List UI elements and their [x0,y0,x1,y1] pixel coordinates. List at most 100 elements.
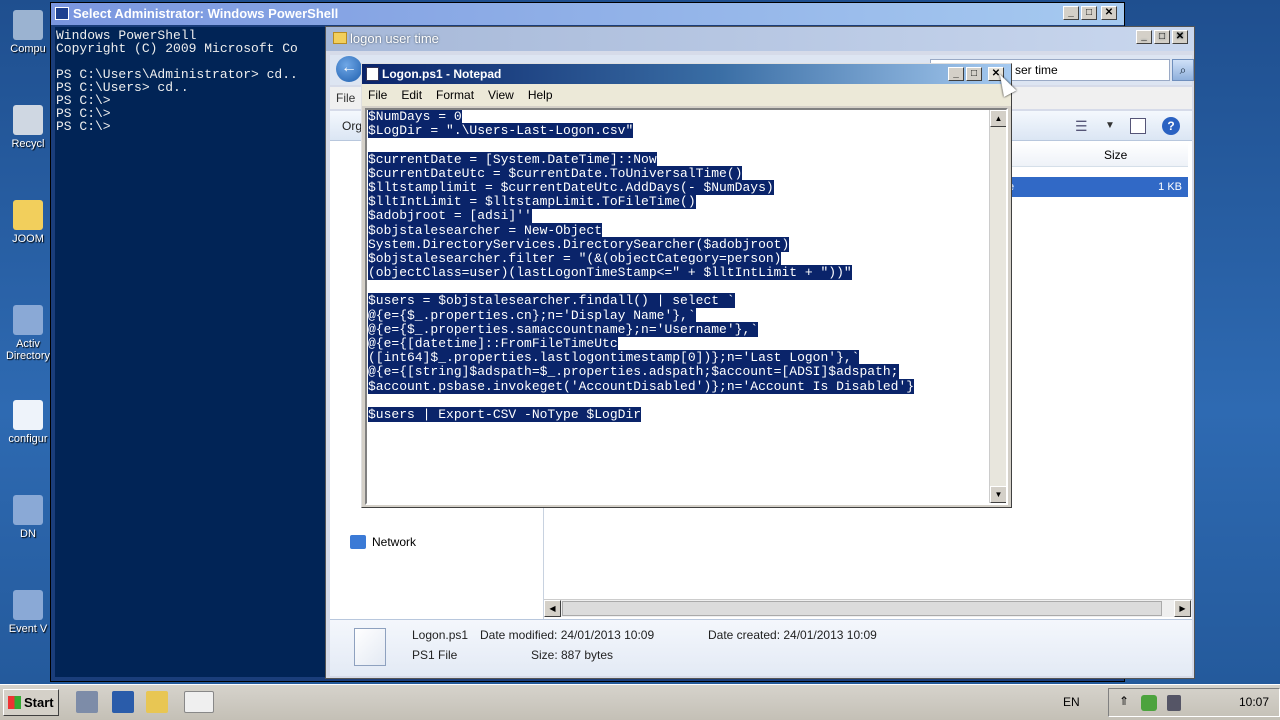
document-icon [13,400,43,430]
selected-text: @{e={$_.properties.cn};n='Display Name'}… [368,307,696,323]
back-arrow-icon[interactable]: ← [336,56,362,82]
code-line: System.DirectoryServices.DirectorySearch… [368,236,989,252]
selected-text: (objectClass=user)(lastLogonTimeStamp<="… [368,265,852,281]
code-line: $objstalesearcher.filter = "(&(objectCat… [368,250,989,266]
text-editor[interactable]: $NumDays = 0 $LogDir = ".\Users-Last-Logo… [365,108,1008,505]
selected-text: @{e={$_.properties.samaccountname};n='Us… [368,321,759,337]
start-button[interactable]: Start [3,689,59,716]
shortcut-icon [13,495,43,525]
selected-text: $lltstamplimit = $currentDateUtc.AddDays… [368,179,774,195]
close-icon[interactable]: ✕ [1172,30,1188,44]
minimize-icon[interactable]: _ [948,67,964,81]
minimize-icon[interactable]: _ [1136,30,1152,44]
chevron-down-icon[interactable]: ▼ [1105,111,1115,141]
desktop-icon-label: configur [8,433,48,445]
scroll-right-icon[interactable]: ▶ [1174,600,1191,617]
notepad-menu-item[interactable]: File [368,88,387,102]
desktop-icon[interactable]: Event V [0,590,56,635]
notepad-menu-item[interactable]: Edit [401,88,422,102]
notepad-menu-item[interactable]: Format [436,88,474,102]
code-line: $users | Export-CSV -NoType $LogDir [368,406,989,422]
network-icon [350,535,366,549]
notification-icon[interactable] [1141,695,1157,711]
scroll-down-icon[interactable]: ▼ [990,486,1006,503]
scroll-up-icon[interactable]: ▲ [990,110,1006,127]
language-indicator[interactable]: EN [1063,695,1080,709]
server-manager-icon[interactable] [76,691,98,713]
maximize-icon[interactable]: □ [966,67,982,81]
scroll-thumb[interactable] [562,601,1162,616]
code-line: $adobjroot = [adsi]'' [368,208,989,224]
code-line: @{e={$_.properties.samaccountname};n='Us… [368,321,989,337]
desktop-icon[interactable]: configur [0,400,56,445]
file-size-cell: 1 KB [1158,181,1182,193]
selected-text: $NumDays = 0 [368,109,462,124]
vertical-scrollbar[interactable]: ▲ ▼ [989,110,1006,503]
selected-text: @{e={[datetime]::FromFileTimeUtc [368,336,618,351]
selected-text: $LogDir = ".\Users-Last-Logon.csv" [368,123,634,139]
network-tray-icon[interactable] [1167,695,1181,711]
selected-text: $users | Export-CSV -NoType $LogDir [368,406,642,422]
detail-date-created: Date created: 24/01/2013 10:09 [708,628,877,642]
desktop-icon[interactable]: Recycl [0,105,56,150]
code-line: $account.psbase.invokeget('AccountDisabl… [368,378,989,394]
notepad-window[interactable]: Logon.ps1 - Notepad _ □ ✕ File Edit Format… [361,63,1012,508]
search-icon[interactable]: ⌕ [1172,59,1194,81]
desktop-icon[interactable]: JOOM [0,200,56,245]
table-row[interactable]: e 1 KB [1004,177,1188,197]
menu-file[interactable]: File [336,91,355,105]
view-options-icon[interactable]: ☰ [1075,111,1088,141]
close-icon[interactable]: ✕ [1101,6,1117,20]
code-line: $NumDays = 0 [368,110,989,124]
desktop-icon-label: Compu [10,43,46,55]
scroll-left-icon[interactable]: ◀ [544,600,561,617]
help-icon[interactable]: ? [1162,117,1180,135]
computer-icon [13,10,43,40]
code-line: ([int64]$_.properties.lastlogontimestamp… [368,350,989,366]
show-hidden-icons-icon[interactable]: ⇑ [1119,694,1129,708]
notepad-icon [366,67,379,81]
folder-icon [13,200,43,230]
notepad-title: Logon.ps1 - Notepad [382,67,502,81]
code-text[interactable]: $NumDays = 0 $LogDir = ".\Users-Last-Logo… [367,110,989,422]
notepad-title-bar[interactable]: Logon.ps1 - Notepad _ □ ✕ [362,64,1011,84]
maximize-icon[interactable]: □ [1081,6,1097,20]
explorer-title: logon user time [350,31,439,46]
desktop-icon[interactable]: Activ Directory [0,305,56,362]
code-line: @{e={[datetime]::FromFileTimeUtc [368,336,989,351]
notepad-menu-item[interactable]: Help [528,88,553,102]
organize-button[interactable]: Org [342,119,362,133]
desktop-icon-label: Activ Directory [5,338,50,362]
clock[interactable]: 10:07 [1239,695,1269,709]
selected-text: ([int64]$_.properties.lastlogontimestamp… [368,350,860,366]
preview-pane-icon[interactable] [1130,118,1146,134]
notepad-menu-bar: File Edit Format View Help [362,84,1011,106]
maximize-icon[interactable]: □ [1154,30,1170,44]
system-tray: EN ⇑ 10:07 [1063,688,1280,717]
powershell-taskbar-icon[interactable] [112,691,134,713]
start-label: Start [24,695,54,710]
explorer-title-bar[interactable]: logon user time _ □ ✕ [326,27,1194,51]
code-line: $objstalesearcher = New-Object [368,222,989,238]
notepad-taskbar-icon[interactable] [184,691,214,713]
selected-text: $currentDate = [System.DateTime]::Now [368,151,657,167]
horizontal-scrollbar[interactable]: ◀ ▶ [544,599,1192,617]
explorer-taskbar-icon[interactable] [146,691,168,713]
desktop-icon-label: Event V [8,623,48,635]
code-line: $users = $objstalesearcher.findall() | s… [368,293,989,309]
desktop-icon[interactable]: Compu [0,10,56,55]
powershell-title-bar[interactable]: Select Administrator: Windows PowerShell… [51,3,1124,25]
selected-text: $adobjroot = [adsi]'' [368,208,532,224]
code-line: $lltIntLimit = $lltstampLimit.ToFileTime… [368,194,989,210]
notepad-menu-item[interactable]: View [488,88,514,102]
minimize-icon[interactable]: _ [1063,6,1079,20]
desktop-icon[interactable]: DN [0,495,56,540]
powershell-icon [55,7,69,20]
code-line: (objectClass=user)(lastLogonTimeStamp<="… [368,265,989,281]
column-header-size[interactable]: Size [1004,143,1188,167]
detail-file-type: PS1 File [412,648,458,662]
network-label[interactable]: Network [372,535,416,549]
code-line: @{e={$_.properties.cn};n='Display Name'}… [368,307,989,323]
